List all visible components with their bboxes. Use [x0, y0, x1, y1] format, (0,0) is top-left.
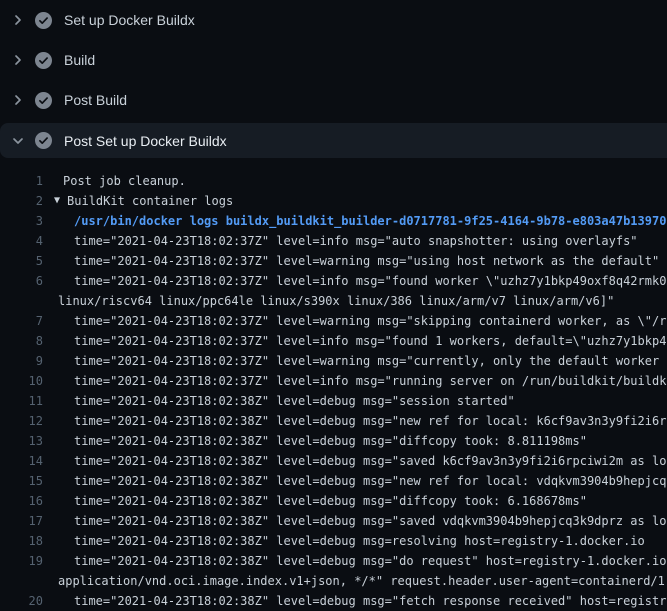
log-line-text: time="2021-04-23T18:02:37Z" level=info m…	[43, 271, 667, 291]
log-line-number[interactable]: 14	[0, 451, 43, 471]
log-line: 10 time="2021-04-23T18:02:37Z" level=inf…	[0, 371, 667, 391]
log-line-number[interactable]: 9	[0, 351, 43, 371]
log-line-text: application/vnd.oci.image.index.v1+json,…	[43, 571, 667, 591]
step-row-post-build[interactable]: Post Build	[0, 80, 667, 120]
log-line: 11 time="2021-04-23T18:02:38Z" level=deb…	[0, 391, 667, 411]
log-line: 8 time="2021-04-23T18:02:37Z" level=info…	[0, 331, 667, 351]
log-line-text: time="2021-04-23T18:02:37Z" level=warnin…	[43, 311, 667, 331]
log-line-number[interactable]: 7	[0, 311, 43, 331]
log-line: application/vnd.oci.image.index.v1+json,…	[0, 571, 667, 591]
log-line: 5 time="2021-04-23T18:02:37Z" level=warn…	[0, 251, 667, 271]
log-line-number[interactable]	[0, 571, 43, 591]
log-line-number[interactable]: 11	[0, 391, 43, 411]
log-line-text: time="2021-04-23T18:02:38Z" level=debug …	[43, 471, 667, 491]
steps-list: Set up Docker Buildx Build Post Build	[0, 0, 667, 158]
check-circle-icon	[35, 12, 52, 29]
log-line: 20 time="2021-04-23T18:02:38Z" level=deb…	[0, 591, 667, 611]
chevron-right-icon	[10, 52, 26, 68]
log-line-text: time="2021-04-23T18:02:37Z" level=warnin…	[43, 251, 659, 271]
log-line-text: time="2021-04-23T18:02:37Z" level=warnin…	[43, 351, 667, 371]
check-circle-icon	[35, 52, 52, 69]
step-title: Post Set up Docker Buildx	[64, 133, 227, 149]
log-line: 19 time="2021-04-23T18:02:38Z" level=deb…	[0, 551, 667, 571]
log-line: 3 /usr/bin/docker logs buildx_buildkit_b…	[0, 211, 667, 231]
log-line: 14 time="2021-04-23T18:02:38Z" level=deb…	[0, 451, 667, 471]
log-line-text: time="2021-04-23T18:02:38Z" level=debug …	[43, 411, 667, 431]
log-line: 7 time="2021-04-23T18:02:37Z" level=warn…	[0, 311, 667, 331]
log-line-number[interactable]: 18	[0, 531, 43, 551]
log-command-text: /usr/bin/docker logs buildx_buildkit_bui…	[43, 211, 666, 231]
log-line-text: time="2021-04-23T18:02:37Z" level=info m…	[43, 231, 638, 251]
log-line-number[interactable]: 15	[0, 471, 43, 491]
log-group-label[interactable]: BuildKit container logs	[67, 191, 233, 211]
log-line-number[interactable]: 16	[0, 491, 43, 511]
log-line: 15 time="2021-04-23T18:02:38Z" level=deb…	[0, 471, 667, 491]
log-line-text: time="2021-04-23T18:02:37Z" level=info m…	[43, 331, 667, 351]
log-line-text: time="2021-04-23T18:02:38Z" level=debug …	[43, 431, 587, 451]
log-line-text: time="2021-04-23T18:02:38Z" level=debug …	[43, 531, 645, 551]
log-line-number[interactable]: 10	[0, 371, 43, 391]
log-line-number[interactable]: 2	[0, 191, 43, 211]
log-line-number[interactable]: 6	[0, 271, 43, 291]
log-line: 18 time="2021-04-23T18:02:38Z" level=deb…	[0, 531, 667, 551]
log-panel: 1 Post job cleanup. 2 ▼ BuildKit containe…	[0, 158, 667, 611]
log-line-text: time="2021-04-23T18:02:38Z" level=debug …	[43, 491, 587, 511]
log-line-text: linux/riscv64 linux/ppc64le linux/s390x …	[43, 291, 614, 311]
chevron-right-icon	[10, 12, 26, 28]
log-line-number[interactable]: 1	[0, 171, 43, 191]
log-line: 17 time="2021-04-23T18:02:38Z" level=deb…	[0, 511, 667, 531]
step-title: Build	[64, 52, 95, 68]
log-line-number[interactable]: 5	[0, 251, 43, 271]
log-line-text: time="2021-04-23T18:02:38Z" level=debug …	[43, 451, 667, 471]
log-line: linux/riscv64 linux/ppc64le linux/s390x …	[0, 291, 667, 311]
actions-log-viewer: Set up Docker Buildx Build Post Build	[0, 0, 667, 611]
log-line-number[interactable]: 13	[0, 431, 43, 451]
log-line: 6 time="2021-04-23T18:02:37Z" level=info…	[0, 271, 667, 291]
step-row-build[interactable]: Build	[0, 40, 667, 80]
log-line-number[interactable]: 20	[0, 591, 43, 611]
log-line-number[interactable]: 12	[0, 411, 43, 431]
log-line-number[interactable]: 3	[0, 211, 43, 231]
chevron-right-icon	[10, 92, 26, 108]
log-line-text: ▼ BuildKit container logs	[43, 191, 233, 211]
log-line-number[interactable]	[0, 291, 43, 311]
log-line-text: Post job cleanup.	[43, 171, 186, 191]
log-line: 4 time="2021-04-23T18:02:37Z" level=info…	[0, 231, 667, 251]
log-line: 2 ▼ BuildKit container logs	[0, 191, 667, 211]
check-circle-icon	[35, 132, 52, 149]
log-line-text: time="2021-04-23T18:02:38Z" level=debug …	[43, 391, 515, 411]
step-row-post-set-up-docker-buildx[interactable]: Post Set up Docker Buildx	[0, 123, 667, 158]
step-title: Post Build	[64, 92, 127, 108]
log-line-text: time="2021-04-23T18:02:38Z" level=debug …	[43, 551, 667, 571]
log-line-number[interactable]: 19	[0, 551, 43, 571]
log-line: 13 time="2021-04-23T18:02:38Z" level=deb…	[0, 431, 667, 451]
log-line-number[interactable]: 4	[0, 231, 43, 251]
log-line: 16 time="2021-04-23T18:02:38Z" level=deb…	[0, 491, 667, 511]
log-line-text: time="2021-04-23T18:02:38Z" level=debug …	[43, 511, 667, 531]
group-collapse-icon[interactable]: ▼	[54, 191, 60, 211]
log-line: 1 Post job cleanup.	[0, 171, 667, 191]
check-circle-icon	[35, 92, 52, 109]
log-line-text: time="2021-04-23T18:02:38Z" level=debug …	[43, 591, 667, 611]
chevron-down-icon	[10, 133, 26, 149]
log-line-number[interactable]: 8	[0, 331, 43, 351]
log-line-number[interactable]: 17	[0, 511, 43, 531]
step-row-set-up-docker-buildx[interactable]: Set up Docker Buildx	[0, 0, 667, 40]
log-line: 12 time="2021-04-23T18:02:38Z" level=deb…	[0, 411, 667, 431]
log-line-text: time="2021-04-23T18:02:37Z" level=info m…	[43, 371, 667, 391]
log-line: 9 time="2021-04-23T18:02:37Z" level=warn…	[0, 351, 667, 371]
step-title: Set up Docker Buildx	[64, 12, 195, 28]
